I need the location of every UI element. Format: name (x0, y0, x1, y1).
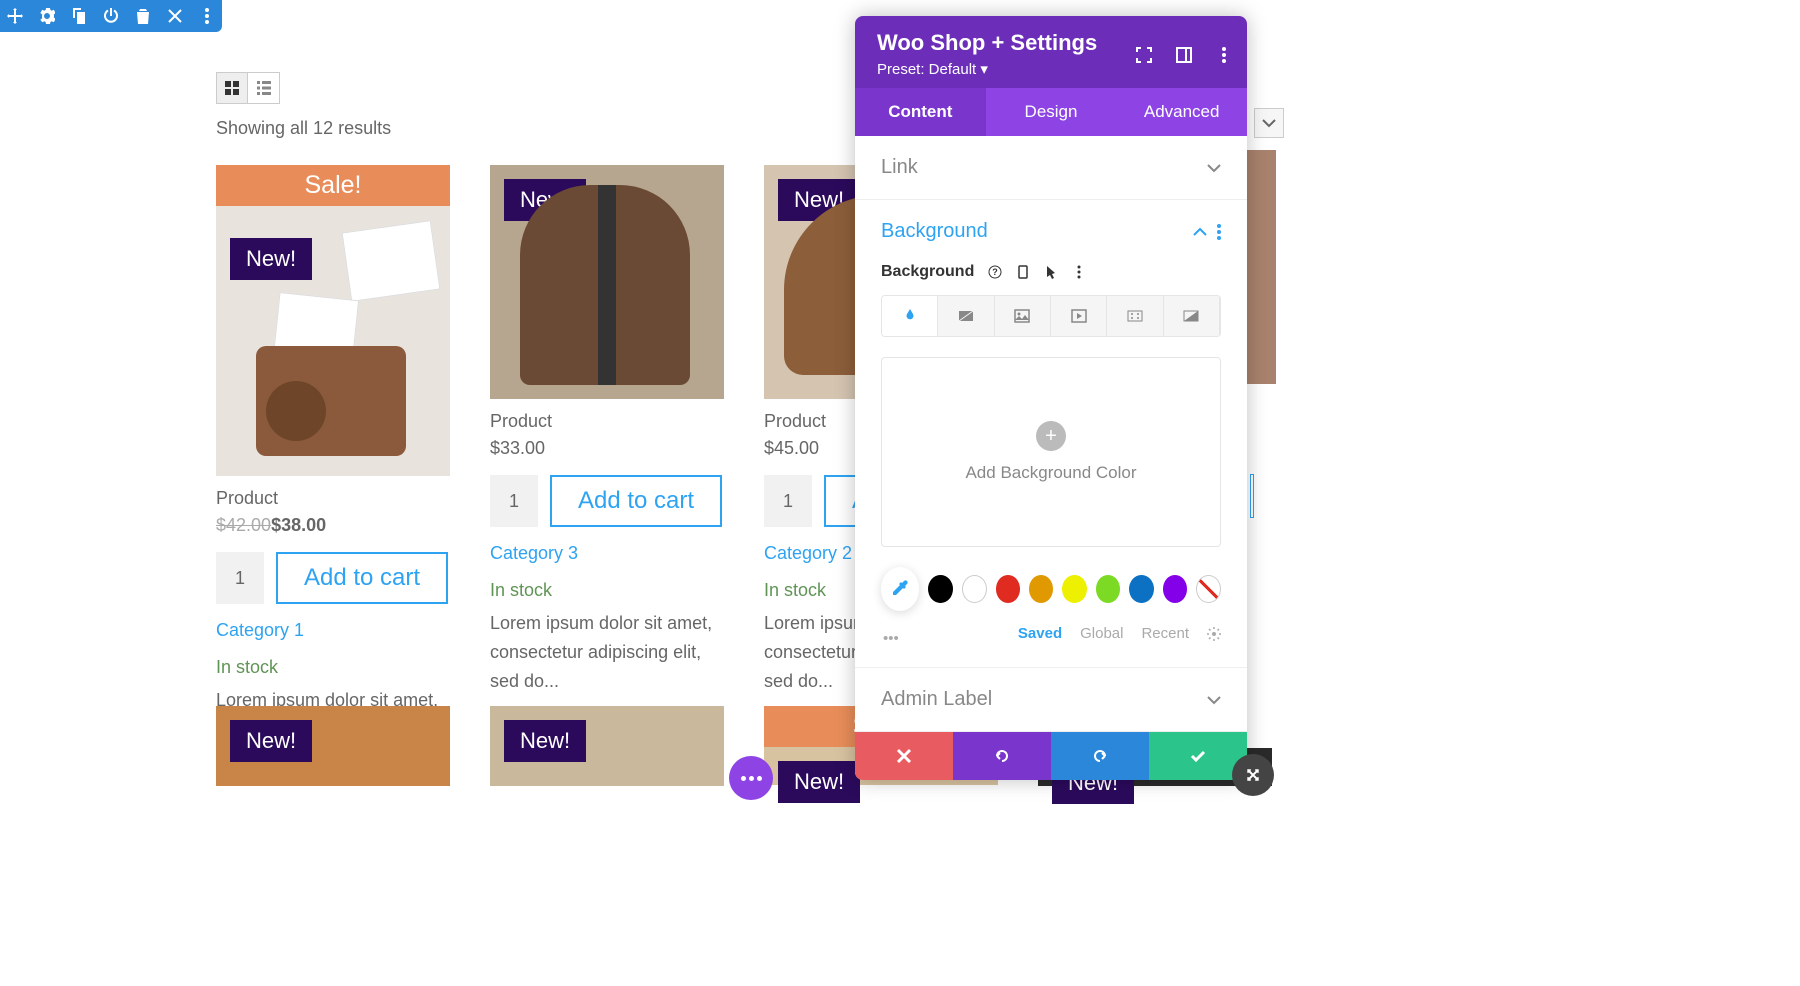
product-image-partial[interactable] (1246, 150, 1276, 384)
palette-global[interactable]: Global (1080, 625, 1123, 642)
discard-button[interactable] (855, 732, 953, 780)
resize-handle[interactable] (1232, 754, 1274, 796)
settings-panel: Woo Shop + Settings Preset: Default ▾ Co… (855, 16, 1247, 780)
undo-button[interactable] (953, 732, 1051, 780)
palette-saved[interactable]: Saved (1018, 625, 1062, 642)
plus-icon: + (1036, 421, 1066, 451)
background-type-tabs (881, 295, 1221, 337)
add-to-cart-partial[interactable] (1250, 474, 1254, 518)
list-view-icon[interactable] (248, 73, 279, 103)
tab-advanced[interactable]: Advanced (1116, 88, 1247, 136)
product-image[interactable]: New! (490, 165, 724, 399)
view-switch (216, 72, 280, 104)
chevron-up-icon (1193, 225, 1207, 239)
hover-icon[interactable] (1044, 265, 1058, 279)
product-name[interactable]: Product (490, 411, 724, 432)
new-badge: New! (230, 720, 312, 762)
panel-body: Link Background Background ? (855, 136, 1247, 732)
new-badge: New! (230, 238, 312, 280)
product-card: New! (490, 706, 724, 786)
swatch-white[interactable] (962, 575, 987, 603)
panel-tabs: Content Design Advanced (855, 88, 1247, 136)
product-image[interactable]: New! (216, 706, 450, 786)
module-toolbar (0, 0, 222, 32)
more-icon[interactable] (198, 7, 216, 25)
power-icon[interactable] (102, 7, 120, 25)
duplicate-icon[interactable] (70, 7, 88, 25)
new-badge: New! (504, 720, 586, 762)
swatch-transparent[interactable] (1196, 575, 1221, 603)
panel-footer (855, 732, 1247, 780)
sale-badge: Sale! (216, 165, 450, 206)
new-badge: New! (778, 761, 860, 803)
stock-status: In stock (216, 657, 450, 678)
section-background[interactable]: Background (855, 200, 1247, 263)
bg-image-tab[interactable] (995, 296, 1051, 336)
gear-icon[interactable] (1207, 627, 1221, 641)
more-icon[interactable] (1215, 46, 1233, 64)
svg-text:?: ? (993, 267, 999, 277)
section-admin-label[interactable]: Admin Label (855, 668, 1247, 731)
add-to-cart-button[interactable]: Add to cart (276, 552, 448, 604)
color-swatches (881, 567, 1221, 611)
product-price: $33.00 (490, 438, 724, 459)
chevron-down-icon (1207, 161, 1221, 175)
background-option-label: Background ? (881, 263, 1221, 281)
section-link[interactable]: Link (855, 136, 1247, 199)
category-link[interactable]: Category 1 (216, 620, 450, 641)
snap-icon[interactable] (1175, 46, 1193, 64)
product-name[interactable]: Product (216, 488, 450, 509)
add-background-color[interactable]: + Add Background Color (881, 357, 1221, 547)
close-icon[interactable] (166, 7, 184, 25)
grid-view-icon[interactable] (217, 73, 248, 103)
tab-content[interactable]: Content (855, 88, 986, 136)
bg-gradient-tab[interactable] (938, 296, 994, 336)
redo-button[interactable] (1051, 732, 1149, 780)
bg-video-tab[interactable] (1051, 296, 1107, 336)
eyedropper-icon[interactable] (881, 567, 919, 611)
swatch-blue[interactable] (1129, 575, 1153, 603)
bg-pattern-tab[interactable] (1107, 296, 1163, 336)
product-card: Sale! New! Product $42.00$38.00 Add to c… (216, 165, 450, 772)
bg-color-tab[interactable] (882, 296, 938, 336)
product-card: New! Product $33.00 Add to cart Category… (490, 165, 724, 772)
quantity-input[interactable] (764, 475, 812, 527)
quantity-input[interactable] (490, 475, 538, 527)
quantity-input[interactable] (216, 552, 264, 604)
swatch-purple[interactable] (1163, 575, 1187, 603)
gear-icon[interactable] (38, 7, 56, 25)
swatch-yellow[interactable] (1062, 575, 1086, 603)
expand-icon[interactable] (1135, 46, 1153, 64)
panel-header[interactable]: Woo Shop + Settings Preset: Default ▾ (855, 16, 1247, 88)
product-image[interactable]: New! (216, 206, 450, 476)
help-icon[interactable]: ? (988, 265, 1002, 279)
bg-mask-tab[interactable] (1164, 296, 1220, 336)
product-price: $42.00$38.00 (216, 515, 450, 536)
product-card: New! (216, 706, 450, 786)
more-icon[interactable] (1217, 224, 1221, 240)
more-icon[interactable] (1072, 265, 1086, 279)
chevron-down-icon (1207, 693, 1221, 707)
swatch-red[interactable] (996, 575, 1020, 603)
tab-design[interactable]: Design (986, 88, 1117, 136)
product-image[interactable]: New! (490, 706, 724, 786)
swatch-orange[interactable] (1029, 575, 1053, 603)
swatch-black[interactable] (928, 575, 952, 603)
stock-status: In stock (490, 580, 724, 601)
product-description: Lorem ipsum dolor sit amet, consectetur … (490, 609, 724, 695)
category-link[interactable]: Category 3 (490, 543, 724, 564)
swatch-green[interactable] (1096, 575, 1120, 603)
phone-icon[interactable] (1016, 265, 1030, 279)
palette-recent[interactable]: Recent (1141, 625, 1189, 642)
trash-icon[interactable] (134, 7, 152, 25)
module-options-fab[interactable] (729, 756, 773, 800)
add-to-cart-button[interactable]: Add to cart (550, 475, 722, 527)
move-icon[interactable] (6, 7, 24, 25)
